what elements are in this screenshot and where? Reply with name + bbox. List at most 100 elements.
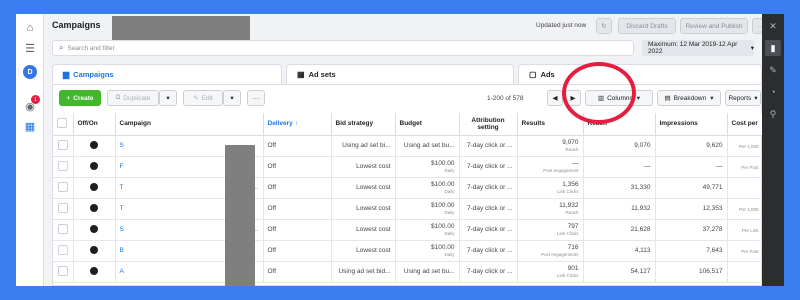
campaign-name[interactable]: T (120, 184, 124, 191)
col-delivery[interactable]: Delivery ↑ (263, 113, 332, 136)
table-body: S Off Using ad set bi... Using ad set bu...… (53, 135, 764, 283)
campaign-name[interactable]: A (120, 268, 124, 275)
table-row[interactable]: A Off Using ad set bid... Using ad set bu..… (53, 261, 764, 283)
col-bid-strategy[interactable]: Bid strategy (331, 113, 396, 136)
budget-cell[interactable]: Using ad set bu... (395, 135, 460, 157)
date-range-picker[interactable]: Maximum: 12 Mar 2019-12 Apr 2022 ▾ (642, 40, 754, 56)
table-header-row: Off/On Campaign Delivery ↑ Bid strategy … (53, 113, 764, 136)
bid-strategy-cell[interactable]: Lowest cost (331, 156, 396, 178)
discard-drafts-button[interactable]: Discard Drafts (618, 18, 676, 34)
cost-per-cell: Per Post (727, 156, 764, 178)
breakdown-button[interactable]: ▤ Breakdown ▾ (657, 90, 721, 106)
campaign-name[interactable]: T (120, 205, 124, 212)
results-value: 797 (567, 223, 579, 230)
checkbox (57, 181, 68, 192)
notifications-icon[interactable]: ◉ 1 (22, 95, 40, 114)
select-all-checkbox[interactable] (53, 113, 74, 136)
bid-strategy-cell[interactable]: Using ad set bi... (331, 135, 396, 157)
chevron-down-icon: ▾ (750, 45, 754, 52)
toggle-knob (90, 203, 98, 212)
col-attribution[interactable]: Attribution setting (459, 113, 518, 136)
account-avatar[interactable]: D (22, 64, 38, 80)
campaign-name[interactable]: F (120, 163, 124, 170)
row-checkbox[interactable] (53, 135, 74, 157)
campaign-name[interactable]: S (120, 142, 124, 149)
cost-per-sub: Per Post (741, 164, 759, 170)
bid-strategy-cell[interactable]: Lowest cost (331, 177, 396, 199)
search-placeholder: Search and filter (67, 44, 115, 52)
on-off-toggle[interactable] (73, 240, 116, 262)
results-value: 901 (567, 265, 579, 272)
budget-cell[interactable]: $100.00 Daily (395, 177, 460, 199)
col-campaign[interactable]: Campaign (115, 113, 264, 136)
on-off-toggle[interactable] (73, 261, 116, 283)
duplicate-button[interactable]: ⧉ Duplicate (107, 90, 159, 106)
table-row[interactable]: B Off Lowest cost $100.00 Daily 7-day click o… (53, 240, 764, 262)
pencil-icon[interactable]: ✎ (765, 62, 781, 78)
home-icon[interactable]: ⌂ (22, 20, 38, 36)
more-actions-button[interactable]: ··· (247, 90, 265, 106)
on-off-toggle[interactable] (73, 219, 116, 241)
checkbox (57, 139, 68, 150)
row-checkbox[interactable] (53, 156, 74, 178)
bid-strategy-cell[interactable]: Using ad set bid... (331, 261, 396, 283)
col-impressions[interactable]: Impressions (655, 113, 728, 136)
row-checkbox[interactable] (53, 198, 74, 220)
budget-cell[interactable]: $100.00 Daily (395, 156, 460, 178)
results-cell: 797 Link Clicks (517, 219, 584, 241)
row-checkbox[interactable] (53, 240, 74, 262)
on-off-toggle[interactable] (73, 135, 116, 157)
budget-cell[interactable]: Using ad set bu... (395, 261, 460, 283)
magnify-icon[interactable]: ⚲ (765, 106, 781, 122)
campaign-name[interactable]: B (120, 247, 124, 254)
col-budget[interactable]: Budget (395, 113, 460, 136)
reports-button[interactable]: Reports ▾ (725, 90, 761, 106)
budget-value: Using ad set bu... (403, 267, 455, 275)
row-checkbox[interactable] (53, 219, 74, 241)
on-off-toggle[interactable] (73, 156, 116, 178)
table-row[interactable]: Tthing...OffLowest cost$100.00Daily7-day… (53, 177, 764, 199)
col-results[interactable]: Results (517, 113, 584, 136)
menu-icon[interactable]: ☰ (22, 40, 38, 56)
tab-ads[interactable]: ▢ Ads (518, 64, 762, 84)
edit-button[interactable]: ✎ Edit (183, 90, 223, 106)
cost-per-cell: Per Post (727, 240, 764, 262)
budget-cell[interactable]: $100.00 Daily (395, 240, 460, 262)
table-grid-icon[interactable]: ▦ (22, 118, 38, 134)
prev-page-button[interactable]: ◀ (547, 90, 563, 106)
impressions-cell: 49,771 (655, 177, 728, 199)
budget-cell[interactable]: $100.00 Daily (395, 198, 460, 220)
review-publish-button[interactable]: Review and Publish (680, 18, 748, 34)
chart-icon[interactable]: ▮ (765, 40, 781, 56)
cost-per-sub: Per 1,000 (738, 143, 759, 149)
highlight-circle-annotation (562, 62, 636, 124)
bid-strategy-cell[interactable]: Lowest cost (331, 240, 396, 262)
on-off-toggle[interactable] (73, 198, 116, 220)
campaign-name[interactable]: S (120, 226, 124, 233)
bid-strategy-cell[interactable]: Lowest cost (331, 198, 396, 220)
edit-dropdown[interactable]: ▾ (223, 90, 241, 106)
on-off-toggle[interactable] (73, 177, 116, 199)
clock-icon[interactable]: ◔ (765, 84, 781, 100)
col-off-on[interactable]: Off/On (73, 113, 116, 136)
impressions-cell: 12,353 (655, 198, 728, 220)
row-checkbox[interactable] (53, 261, 74, 283)
attribution-cell: 7-day click or ... (459, 198, 518, 220)
duplicate-dropdown[interactable]: ▾ (159, 90, 177, 106)
row-checkbox[interactable] (53, 177, 74, 199)
table-row[interactable]: S Off Using ad set bi... Using ad set bu...… (53, 135, 764, 157)
col-cost-per[interactable]: Cost per (727, 113, 764, 136)
refresh-button[interactable]: ↻ (596, 18, 612, 34)
table-row[interactable]: F Off Lowest cost $100.00 Daily 7-day click o… (53, 156, 764, 178)
tab-ad-sets[interactable]: ▦ Ad sets (286, 64, 514, 84)
delivery-cell: Off (263, 177, 332, 199)
bid-strategy-cell[interactable]: Lowest cost (331, 219, 396, 241)
budget-cell[interactable]: $100.00 Daily (395, 219, 460, 241)
create-button[interactable]: + Create (59, 90, 101, 106)
close-icon[interactable]: ✕ (765, 18, 781, 34)
results-sub: Link Clicks (556, 273, 579, 278)
table-row[interactable]: T Off Lowest cost $100.00 Daily 7-day click o… (53, 198, 764, 220)
table-row[interactable]: Slish...OffLowest cost$100.00Daily7-day … (53, 219, 764, 241)
tab-campaigns[interactable]: ▆ Campaigns (52, 64, 282, 84)
search-input[interactable]: ⌕ Search and filter (52, 40, 634, 56)
